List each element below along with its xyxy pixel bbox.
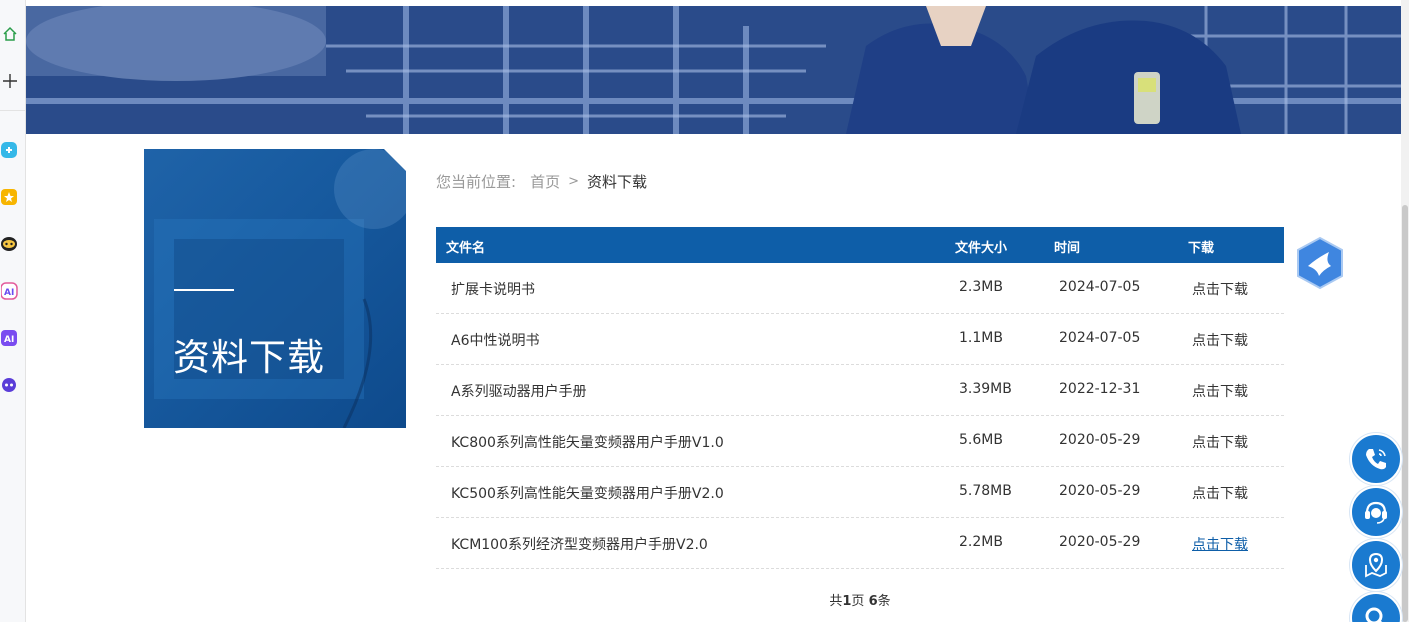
header-filename: 文件名 xyxy=(446,241,486,256)
category-title: 资料下载 xyxy=(173,336,325,379)
download-link[interactable]: 点击下载 xyxy=(1192,432,1248,452)
file-size: 5.78MB xyxy=(959,483,1012,499)
breadcrumb-current[interactable]: 资料下载 xyxy=(587,171,647,192)
file-name[interactable]: A6中性说明书 xyxy=(451,330,539,350)
breadcrumb-separator: > xyxy=(568,174,579,189)
bird-icon[interactable] xyxy=(1293,236,1347,290)
search-icon[interactable] xyxy=(1350,592,1402,622)
file-name[interactable]: KC500系列高性能矢量变频器用户手册V2.0 xyxy=(451,483,724,503)
file-date: 2020-05-29 xyxy=(1059,483,1141,499)
home-icon[interactable] xyxy=(0,23,20,45)
header-time: 时间 xyxy=(1054,241,1081,256)
breadcrumb: 您当前位置: 首页 > 资料下载 xyxy=(436,171,647,192)
file-name[interactable]: KCM100系列经济型变频器用户手册V2.0 xyxy=(451,534,708,554)
page-scrollbar[interactable] xyxy=(1401,0,1409,622)
ai-icon[interactable]: AI xyxy=(0,327,20,349)
table-row: A6中性说明书 1.1MB 2024-07-05 点击下载 xyxy=(436,314,1284,365)
location-icon[interactable] xyxy=(1350,539,1402,591)
file-date: 2024-07-05 xyxy=(1059,330,1141,346)
sidebar-divider xyxy=(0,110,26,111)
star-icon[interactable] xyxy=(0,186,20,208)
download-link[interactable]: 点击下载 xyxy=(1192,381,1248,401)
ai-icon[interactable]: AI xyxy=(0,280,20,302)
title-underline xyxy=(174,289,234,291)
download-link[interactable]: 点击下载 xyxy=(1192,534,1248,554)
download-table: 文件名 文件大小 时间 下载 扩展卡说明书 2.3MB 2024-07-05 点… xyxy=(436,227,1284,569)
bot-icon[interactable] xyxy=(0,374,20,396)
banner-image xyxy=(26,6,1401,134)
file-size: 2.3MB xyxy=(959,279,1003,295)
table-row: A系列驱动器用户手册 3.39MB 2022-12-31 点击下载 xyxy=(436,365,1284,416)
svg-text:AI: AI xyxy=(4,288,14,298)
download-link[interactable]: 点击下载 xyxy=(1192,330,1248,350)
file-name[interactable]: A系列驱动器用户手册 xyxy=(451,381,587,401)
breadcrumb-home-link[interactable]: 首页 xyxy=(530,171,560,192)
table-row: 扩展卡说明书 2.3MB 2024-07-05 点击下载 xyxy=(436,263,1284,314)
file-date: 2020-05-29 xyxy=(1059,534,1141,550)
file-date: 2024-07-05 xyxy=(1059,279,1141,295)
file-size: 2.2MB xyxy=(959,534,1003,550)
customer-service-icon[interactable] xyxy=(1350,486,1402,538)
download-link[interactable]: 点击下载 xyxy=(1192,279,1248,299)
svg-text:AI: AI xyxy=(4,335,14,345)
category-title-box: 资料下载 xyxy=(144,149,406,428)
table-row: KC800系列高性能矢量变频器用户手册V1.0 5.6MB 2020-05-29… xyxy=(436,416,1284,467)
file-size: 1.1MB xyxy=(959,330,1003,346)
download-link[interactable]: 点击下载 xyxy=(1192,483,1248,503)
phone-icon[interactable] xyxy=(1350,433,1402,485)
file-date: 2022-12-31 xyxy=(1059,381,1141,397)
browser-sidebar: AI AI xyxy=(0,0,26,622)
app-icon[interactable] xyxy=(0,139,20,161)
plus-icon[interactable] xyxy=(0,70,20,92)
file-size: 3.39MB xyxy=(959,381,1012,397)
pagination-summary: 共1页 6条 xyxy=(436,590,1284,609)
table-header: 文件名 文件大小 时间 下载 xyxy=(436,227,1284,263)
title-box-corner xyxy=(384,149,406,171)
chat-icon[interactable] xyxy=(0,233,20,255)
file-name[interactable]: 扩展卡说明书 xyxy=(451,279,535,299)
pager-count: 6 xyxy=(868,594,878,609)
file-size: 5.6MB xyxy=(959,432,1003,448)
table-row: KC500系列高性能矢量变频器用户手册V2.0 5.78MB 2020-05-2… xyxy=(436,467,1284,518)
breadcrumb-prefix: 您当前位置: xyxy=(436,173,517,191)
scrollbar-thumb[interactable] xyxy=(1402,205,1408,622)
table-row: KCM100系列经济型变频器用户手册V2.0 2.2MB 2020-05-29 … xyxy=(436,518,1284,569)
file-date: 2020-05-29 xyxy=(1059,432,1141,448)
header-download: 下载 xyxy=(1188,241,1215,256)
header-filesize: 文件大小 xyxy=(955,241,1008,256)
pager-mid: 页 xyxy=(851,594,869,609)
pager-pre: 共 xyxy=(829,594,843,609)
file-name[interactable]: KC800系列高性能矢量变频器用户手册V1.0 xyxy=(451,432,724,452)
pager-post: 条 xyxy=(877,594,891,609)
